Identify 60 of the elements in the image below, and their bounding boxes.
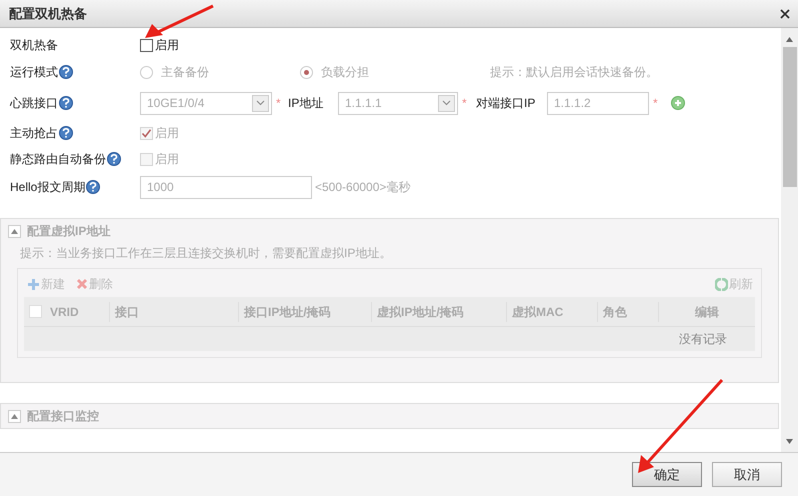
delete-button[interactable]: 删除 [76, 275, 113, 293]
radio-button[interactable] [140, 66, 153, 78]
radio-button[interactable] [300, 66, 313, 78]
column-header: VRID [50, 304, 79, 320]
hint-text: 提示：当业务接口工作在三层且连接交换机时，需要配置虚拟IP地址。 [19, 245, 392, 262]
field-label: 双机热备 [10, 37, 58, 54]
radio-label: 主备备份 [161, 64, 209, 81]
scroll-down-icon[interactable] [786, 439, 793, 444]
checkbox-label: 启用 [155, 125, 179, 142]
window-title: 配置双机热备 [9, 4, 87, 23]
hint-text: 提示：默认启用会话快速备份。 [490, 64, 658, 81]
column-header: 编辑 [695, 304, 719, 320]
scrollbar[interactable] [781, 28, 798, 452]
peer-ip-field[interactable]: 1.1.1.2 [547, 92, 649, 114]
range-text: <500-60000>毫秒 [315, 179, 410, 196]
select-all-checkbox[interactable] [29, 305, 42, 318]
field-label: Hello报文周期 [10, 179, 86, 196]
ip-dropdown[interactable]: 1.1.1.1 [338, 92, 458, 114]
column-header: 接口 [115, 304, 139, 320]
help-icon[interactable] [86, 180, 100, 194]
close-icon[interactable] [780, 8, 790, 18]
field-label: 心跳接口 [10, 95, 58, 112]
help-icon[interactable] [59, 96, 73, 110]
column-header: 接口IP地址/掩码 [244, 304, 331, 320]
column-header: 虚拟IP地址/掩码 [377, 304, 464, 320]
empty-text: 没有记录 [679, 331, 727, 348]
plus-icon [27, 278, 40, 290]
required-mark: * [276, 95, 282, 112]
scroll-thumb[interactable] [782, 47, 796, 187]
annotation-arrow [145, 4, 214, 38]
checkbox-label: 启用 [155, 151, 179, 168]
column-header: 角色 [603, 304, 627, 320]
interface-dropdown[interactable]: 10GE1/0/4 [140, 92, 272, 114]
period-field[interactable]: 1000 [140, 176, 312, 198]
field-label: 主动抢占 [10, 125, 58, 142]
field-label: 运行模式 [10, 64, 58, 81]
add-icon[interactable] [671, 96, 685, 110]
refresh-icon [715, 278, 728, 290]
checkbox-label: 启用 [155, 37, 179, 54]
section-title: 配置接口监控 [27, 408, 99, 425]
new-button[interactable]: 新建 [27, 275, 65, 293]
radio-label: 负载分担 [321, 64, 369, 81]
collapse-icon[interactable] [8, 410, 21, 422]
section-title: 配置虚拟IP地址 [27, 223, 110, 240]
field-label: IP地址 [288, 95, 324, 112]
dialog-button[interactable]: 取消 [712, 462, 782, 487]
scroll-up-icon[interactable] [786, 37, 793, 42]
chevron-down-icon [438, 94, 455, 112]
chevron-down-icon [252, 94, 269, 112]
column-header: 虚拟MAC [512, 304, 564, 320]
checkbox[interactable] [140, 38, 153, 52]
help-icon[interactable] [59, 65, 73, 79]
collapse-icon[interactable] [8, 224, 21, 238]
x-icon [76, 278, 88, 290]
refresh-button[interactable]: 刷新 [715, 275, 753, 293]
field-label: 对端接口IP [476, 95, 536, 112]
required-mark: * [653, 95, 659, 112]
field-label: 静态路由自动备份 [10, 151, 106, 168]
dialog-button[interactable]: 确定 [632, 462, 702, 487]
required-mark: * [462, 95, 468, 112]
